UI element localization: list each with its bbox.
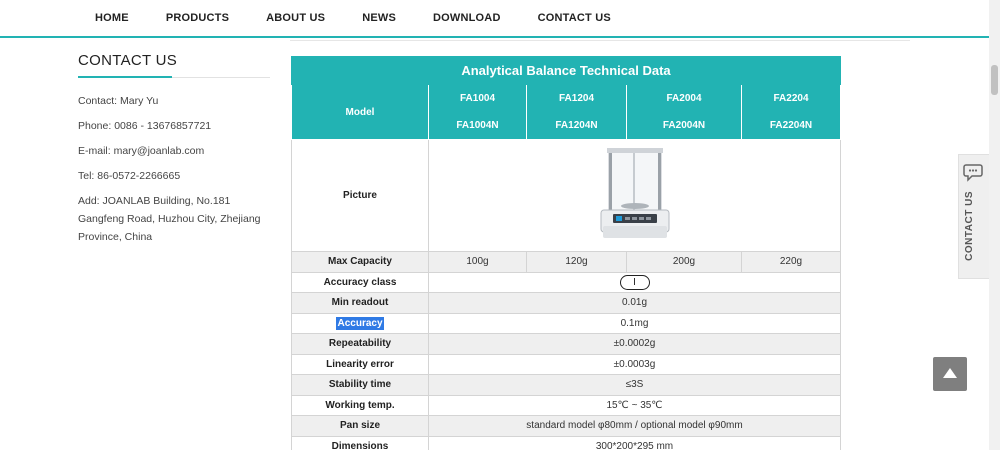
nav-divider (0, 36, 989, 38)
contact-tab-label: CONTACT US (964, 191, 975, 261)
table-row-linearity-error: Linearity error ±0.0003g (291, 353, 841, 375)
page: HOME PRODUCTS ABOUT US NEWS DOWNLOAD CON… (0, 0, 1000, 450)
table-row-repeatability: Repeatability ±0.0002g (291, 333, 841, 355)
table-row-accuracy-class: Accuracy class I (291, 271, 841, 293)
nav-item-download[interactable]: DOWNLOAD (433, 12, 501, 24)
table-row-dimensions: Dimensions 300*200*295 mm (291, 435, 841, 450)
sidebar-title: CONTACT US (78, 52, 178, 69)
table-row-max-capacity: Max Capacity 100g 120g 200g 220g (291, 251, 841, 273)
contact-sidebar: CONTACT US Contact: Mary Yu Phone: 0086 … (78, 52, 270, 253)
contact-address: Add: JOANLAB Building, No.181 Gangfeng R… (78, 195, 261, 243)
selected-text-highlight: Accuracy (336, 316, 384, 330)
model-cell: FA1204 FA1204N (526, 84, 627, 140)
table-title: Analytical Balance Technical Data (291, 56, 841, 85)
contact-email[interactable]: E-mail: mary@joanlab.com (78, 142, 270, 160)
content-divider (290, 40, 910, 41)
arrow-up-icon (943, 368, 957, 378)
model-row: Model FA1004 FA1004N FA1204 FA1204N FA2004… (291, 84, 841, 140)
scrollbar-thumb[interactable] (991, 65, 998, 95)
product-picture-cell (428, 139, 841, 252)
accuracy-class-symbol: I (619, 274, 650, 290)
nav-item-news[interactable]: NEWS (362, 12, 396, 24)
table-row-working-temp: Working temp. 15℃ ~ 35℃ (291, 394, 841, 416)
model-cell: FA2204 FA2204N (741, 84, 841, 140)
sidebar-title-underline (78, 76, 270, 78)
table-row-pan-size: Pan size standard model φ80mm / optional… (291, 415, 841, 437)
floating-contact-tab[interactable]: CONTACT US (958, 154, 989, 279)
chat-bubble-icon (963, 164, 983, 182)
table-row-stability-time: Stability time ≤3S (291, 374, 841, 396)
contact-tel: Tel: 86-0572-2266665 (78, 170, 181, 182)
table-caption-row: Analytical Balance Technical Data (291, 56, 841, 85)
nav-item-contact-us[interactable]: CONTACT US (538, 12, 611, 24)
table-row-min-readout: Min readout 0.01g (291, 292, 841, 314)
picture-label: Picture (291, 139, 429, 252)
analytical-balance-image (600, 147, 669, 238)
back-to-top-button[interactable] (933, 357, 967, 391)
model-cell: FA1004 FA1004N (428, 84, 527, 140)
contact-phone: Phone: 0086 - 13676857721 (78, 120, 212, 132)
picture-row: Picture (291, 139, 841, 252)
table-row-accuracy: Accuracy 0.1mg (291, 312, 841, 334)
contact-person: Contact: Mary Yu (78, 95, 159, 107)
model-label: Model (291, 84, 429, 140)
nav-item-home[interactable]: HOME (95, 12, 129, 24)
nav-item-about-us[interactable]: ABOUT US (266, 12, 325, 24)
model-cell: FA2004 FA2004N (626, 84, 742, 140)
technical-data-table: Analytical Balance Technical Data Model … (291, 56, 841, 450)
top-navigation: HOME PRODUCTS ABOUT US NEWS DOWNLOAD CON… (0, 0, 989, 36)
nav-item-products[interactable]: PRODUCTS (166, 12, 229, 24)
